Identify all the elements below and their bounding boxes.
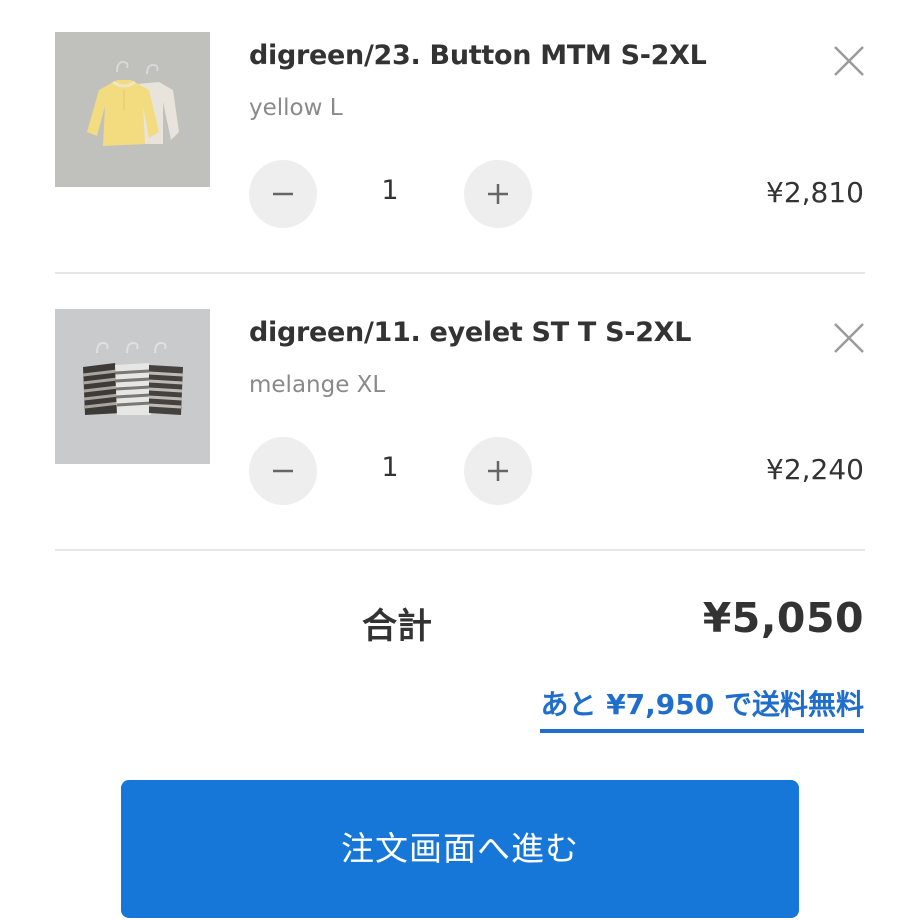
minus-icon (273, 192, 293, 196)
minus-icon (273, 469, 293, 473)
plus-icon (488, 461, 508, 481)
product-name[interactable]: digreen/23. Button MTM S-2XL (249, 40, 707, 71)
remove-item-button[interactable] (830, 319, 868, 357)
product-price: ¥2,810 (766, 176, 864, 209)
remove-item-button[interactable] (830, 42, 868, 80)
free-shipping-link[interactable]: あと ¥7,950 で送料無料 (540, 683, 864, 733)
checkout-button[interactable]: 注文画面へ進む (121, 780, 799, 918)
product-name[interactable]: digreen/11. eyelet ST T S-2XL (249, 317, 691, 348)
quantity-increase-button[interactable] (464, 437, 532, 505)
item-divider (55, 272, 865, 274)
total-value: ¥5,050 (702, 594, 864, 642)
cart-item: digreen/11. eyelet ST T S-2XL melange XL… (0, 309, 920, 539)
product-thumbnail[interactable] (55, 32, 210, 187)
close-icon (834, 323, 864, 353)
product-variant: melange XL (249, 372, 386, 398)
quantity-decrease-button[interactable] (249, 437, 317, 505)
quantity-value: 1 (381, 452, 399, 483)
quantity-value: 1 (381, 175, 399, 206)
product-variant: yellow L (249, 95, 343, 121)
total-label: 合計 (362, 607, 433, 647)
plus-icon (488, 184, 508, 204)
close-icon (834, 46, 864, 76)
product-price: ¥2,240 (766, 453, 864, 486)
cart-page: digreen/23. Button MTM S-2XL yellow L 1 … (0, 0, 920, 920)
cart-item: digreen/23. Button MTM S-2XL yellow L 1 … (0, 32, 920, 262)
product-thumbnail[interactable] (55, 309, 210, 464)
quantity-decrease-button[interactable] (249, 160, 317, 228)
summary-divider (55, 549, 865, 551)
quantity-increase-button[interactable] (464, 160, 532, 228)
